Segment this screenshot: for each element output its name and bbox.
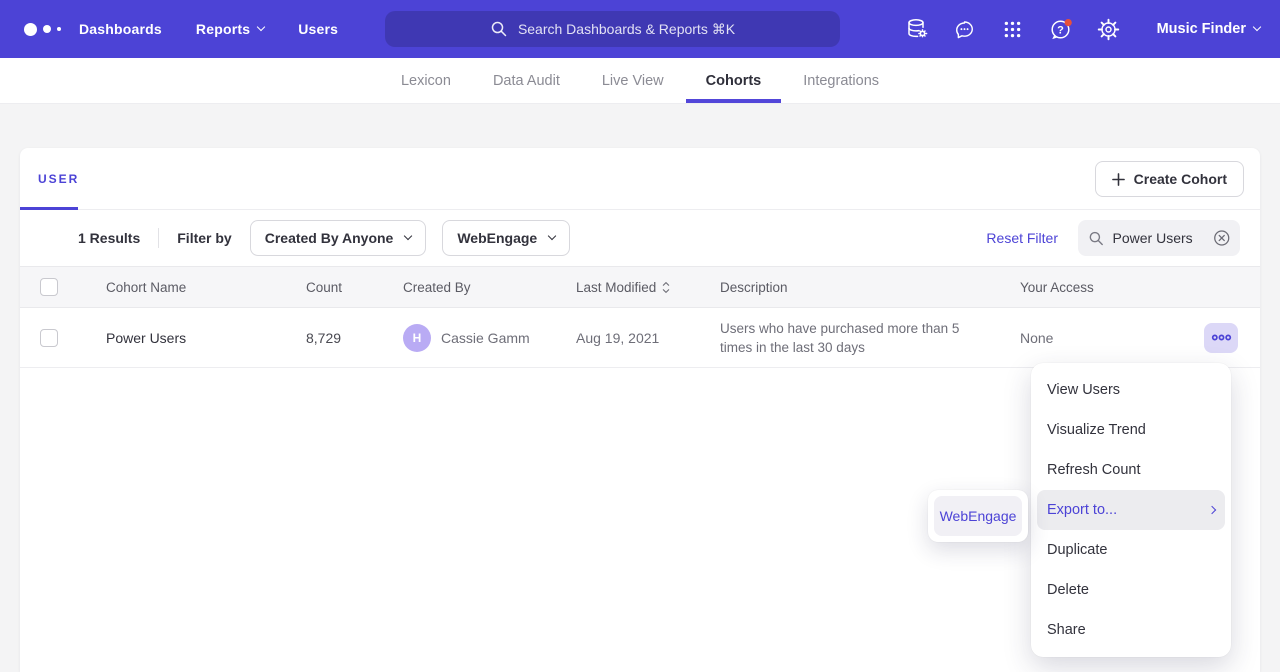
help-icon[interactable]: ? bbox=[1049, 17, 1073, 41]
settings-icon[interactable] bbox=[1097, 17, 1121, 41]
col-last-modified-sort[interactable]: Last Modified bbox=[576, 280, 670, 295]
menu-item-delete[interactable]: Delete bbox=[1037, 570, 1225, 610]
integration-filter-dropdown[interactable]: WebEngage bbox=[442, 220, 570, 256]
submenu-item-webengage[interactable]: WebEngage bbox=[934, 496, 1022, 536]
mixpanel-logo-icon[interactable] bbox=[24, 23, 61, 36]
global-search-input[interactable]: Search Dashboards & Reports ⌘K bbox=[385, 11, 840, 47]
chevron-down-icon bbox=[1253, 23, 1261, 31]
menu-item-label: Share bbox=[1047, 622, 1086, 638]
create-cohort-button[interactable]: Create Cohort bbox=[1095, 161, 1244, 197]
row-checkbox[interactable] bbox=[40, 329, 58, 347]
menu-item-visualize-trend[interactable]: Visualize Trend bbox=[1037, 410, 1225, 450]
active-tab-indicator bbox=[20, 207, 78, 210]
access-cell: None bbox=[998, 330, 1204, 346]
tab-label: Integrations bbox=[803, 73, 879, 89]
description-cell: Users who have purchased more than 5 tim… bbox=[720, 319, 972, 357]
top-navbar: Dashboards Reports Users Search Dashboar… bbox=[0, 0, 1280, 58]
create-cohort-label: Create Cohort bbox=[1134, 171, 1227, 187]
last-modified-cell: Aug 19, 2021 bbox=[554, 330, 698, 346]
col-last-modified: Last Modified bbox=[576, 280, 656, 295]
chevron-right-icon bbox=[1208, 506, 1216, 514]
filter-by-label: Filter by bbox=[177, 230, 231, 246]
section-tabs: Lexicon Data Audit Live View Cohorts Int… bbox=[0, 58, 1280, 104]
creator-name: Cassie Gamm bbox=[441, 330, 530, 346]
chevron-down-icon bbox=[257, 23, 265, 31]
results-count: 1 Results bbox=[78, 230, 140, 246]
count-cell: 8,729 bbox=[284, 330, 381, 346]
tab-label: Lexicon bbox=[401, 73, 451, 89]
menu-item-label: Duplicate bbox=[1047, 542, 1107, 558]
notification-dot bbox=[1064, 19, 1071, 26]
created-by-filter-dropdown[interactable]: Created By Anyone bbox=[250, 220, 427, 256]
filter-toolbar: 1 Results Filter by Created By Anyone We… bbox=[20, 210, 1260, 266]
tab-live-view[interactable]: Live View bbox=[582, 58, 684, 103]
svg-text:?: ? bbox=[1057, 24, 1064, 36]
menu-item-view-users[interactable]: View Users bbox=[1037, 370, 1225, 410]
global-search-placeholder: Search Dashboards & Reports ⌘K bbox=[518, 21, 735, 38]
tab-cohorts[interactable]: Cohorts bbox=[686, 58, 782, 103]
tab-data-audit[interactable]: Data Audit bbox=[473, 58, 580, 103]
integration-filter-value: WebEngage bbox=[457, 230, 537, 246]
user-tab[interactable]: USER bbox=[38, 172, 79, 186]
menu-item-refresh-count[interactable]: Refresh Count bbox=[1037, 450, 1225, 490]
project-switcher[interactable]: Music Finder bbox=[1157, 21, 1260, 37]
created-by-cell: H Cassie Gamm bbox=[381, 324, 554, 352]
primary-nav: Dashboards Reports Users bbox=[79, 21, 338, 37]
menu-item-duplicate[interactable]: Duplicate bbox=[1037, 530, 1225, 570]
search-icon bbox=[1088, 230, 1105, 247]
divider bbox=[158, 228, 159, 248]
search-icon bbox=[490, 20, 508, 38]
nav-item-reports[interactable]: Reports bbox=[196, 21, 264, 37]
table-row[interactable]: Power Users 8,729 H Cassie Gamm Aug 19, … bbox=[20, 308, 1260, 368]
col-your-access: Your Access bbox=[998, 280, 1204, 295]
created-by-filter-value: Created By Anyone bbox=[265, 230, 394, 246]
table-header-row: Cohort Name Count Created By Last Modifi… bbox=[20, 266, 1260, 308]
apps-grid-icon[interactable] bbox=[1001, 17, 1025, 41]
navbar-actions: ? Music Finder bbox=[905, 17, 1260, 41]
reset-filter-link[interactable]: Reset Filter bbox=[986, 230, 1058, 246]
menu-item-label: Refresh Count bbox=[1047, 462, 1141, 478]
menu-item-label: View Users bbox=[1047, 382, 1120, 398]
avatar: H bbox=[403, 324, 431, 352]
tab-label: Data Audit bbox=[493, 73, 560, 89]
nav-item-dashboards[interactable]: Dashboards bbox=[79, 21, 162, 37]
cohort-search-box bbox=[1078, 220, 1240, 256]
menu-item-label: Visualize Trend bbox=[1047, 422, 1146, 438]
clear-search-icon[interactable] bbox=[1213, 229, 1230, 247]
panel-header: USER Create Cohort bbox=[20, 148, 1260, 210]
col-description: Description bbox=[698, 280, 998, 295]
tab-label: Live View bbox=[602, 73, 664, 89]
menu-item-label: Delete bbox=[1047, 582, 1089, 598]
row-actions-button[interactable] bbox=[1204, 323, 1238, 353]
col-count: Count bbox=[284, 280, 381, 295]
three-dots-icon bbox=[1211, 332, 1232, 343]
col-created-by: Created By bbox=[381, 280, 554, 295]
menu-item-export-to[interactable]: Export to... bbox=[1037, 490, 1225, 530]
menu-item-label: Export to... bbox=[1047, 502, 1117, 518]
data-governance-icon[interactable] bbox=[905, 17, 929, 41]
menu-item-share[interactable]: Share bbox=[1037, 610, 1225, 650]
messages-icon[interactable] bbox=[953, 17, 977, 41]
nav-item-users[interactable]: Users bbox=[298, 21, 338, 37]
tab-lexicon[interactable]: Lexicon bbox=[381, 58, 471, 103]
tab-integrations[interactable]: Integrations bbox=[783, 58, 899, 103]
tab-label: Cohorts bbox=[706, 73, 762, 89]
row-actions-menu: View Users Visualize Trend Refresh Count… bbox=[1031, 363, 1231, 657]
select-all-checkbox[interactable] bbox=[40, 278, 58, 296]
cohort-search-input[interactable] bbox=[1113, 230, 1205, 246]
plus-icon bbox=[1112, 173, 1125, 186]
nav-item-label: Users bbox=[298, 21, 338, 37]
submenu-item-label: WebEngage bbox=[940, 508, 1017, 524]
export-submenu: WebEngage bbox=[928, 490, 1028, 542]
nav-item-label: Dashboards bbox=[79, 21, 162, 37]
chevron-down-icon bbox=[548, 232, 556, 240]
sort-icon bbox=[662, 281, 670, 294]
chevron-down-icon bbox=[404, 232, 412, 240]
cohort-name-cell[interactable]: Power Users bbox=[84, 330, 284, 346]
project-name: Music Finder bbox=[1157, 21, 1246, 37]
col-cohort-name: Cohort Name bbox=[84, 280, 284, 295]
nav-item-label: Reports bbox=[196, 21, 250, 37]
